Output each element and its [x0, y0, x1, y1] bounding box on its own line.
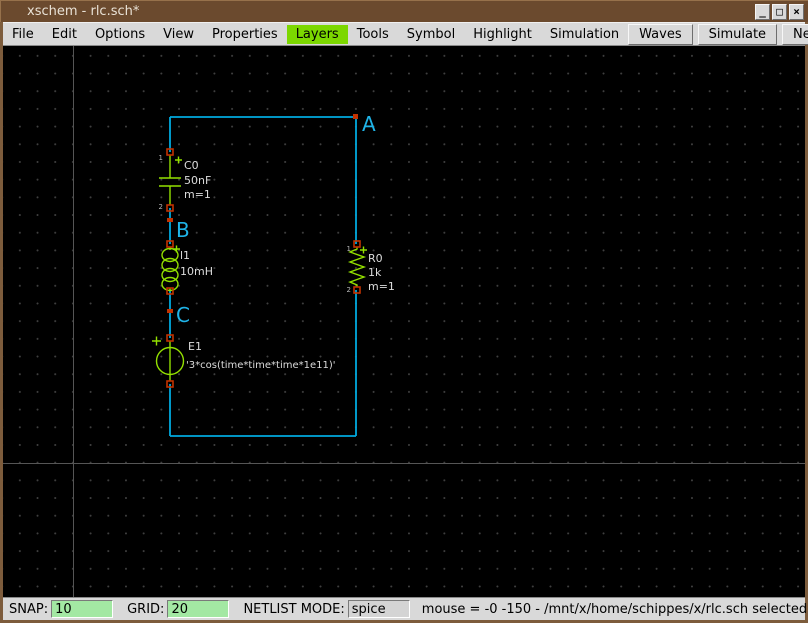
schematic-drawing: 1 2 C0 50nF m=1 l1 10mH E1 '3*cos(time*t… — [152, 112, 395, 437]
minimize-icon[interactable]: _ — [755, 4, 770, 20]
waves-button[interactable]: Waves — [628, 23, 693, 45]
capacitor-pin1-number: 1 — [159, 154, 163, 162]
net-tick-b — [167, 218, 173, 222]
menu-bar: File Edit Options View Properties Layers… — [3, 22, 808, 46]
grid-label: GRID: — [127, 601, 165, 617]
snap-label: SNAP: — [9, 601, 49, 617]
voltage-source-ref: E1 — [188, 340, 202, 353]
menu-properties[interactable]: Properties — [203, 25, 287, 44]
resistor-ref: R0 — [368, 252, 383, 265]
capacitor-value: 50nF — [184, 174, 211, 187]
inductor-ref: l1 — [180, 249, 190, 262]
mouse-coordinates: mouse = -0 -150 - /mnt/x/home/schippes/x… — [421, 601, 808, 617]
window-controls: _ □ × — [755, 4, 804, 20]
menu-highlight[interactable]: Highlight — [464, 25, 541, 44]
voltage-source-value: '3*cos(time*time*time*1e11)' — [186, 360, 336, 371]
window-title: xschem - rlc.sch* — [27, 4, 140, 19]
title-bar[interactable]: xschem - rlc.sch* _ □ × — [0, 0, 808, 22]
net-label-c[interactable]: C — [176, 303, 190, 327]
net-label-b[interactable]: B — [176, 218, 190, 242]
menu-symbol[interactable]: Symbol — [398, 25, 464, 44]
netlist-button[interactable]: Netlist — [782, 23, 808, 45]
capacitor-attr: m=1 — [184, 188, 211, 201]
schematic-canvas[interactable]: 1 2 C0 50nF m=1 l1 10mH E1 '3*cos(time*t… — [3, 46, 805, 597]
grid-input[interactable] — [167, 600, 230, 618]
menu-tools[interactable]: Tools — [348, 25, 398, 44]
netlist-mode-input[interactable] — [347, 600, 410, 618]
resistor-symbol[interactable]: 1 2 R0 1k m=1 — [347, 240, 395, 294]
menu-file[interactable]: File — [3, 25, 43, 44]
xschem-window: xschem - rlc.sch* _ □ × File Edit Option… — [0, 0, 808, 623]
menu-layers[interactable]: Layers — [286, 24, 348, 44]
resistor-attr: m=1 — [368, 280, 395, 293]
net-tick-c — [167, 309, 173, 313]
simulate-button[interactable]: Simulate — [697, 23, 778, 45]
menu-simulation[interactable]: Simulation — [541, 25, 628, 44]
menu-options[interactable]: Options — [86, 25, 154, 44]
capacitor-symbol[interactable]: 1 2 C0 50nF m=1 — [159, 148, 212, 212]
menu-view[interactable]: View — [154, 25, 203, 44]
inductor-value: 10mH — [180, 265, 213, 278]
voltage-source-symbol[interactable]: E1 '3*cos(time*time*time*1e11)' — [152, 334, 336, 388]
maximize-icon[interactable]: □ — [772, 4, 787, 20]
close-icon[interactable]: × — [789, 4, 804, 20]
resistor-pin1-number: 1 — [347, 245, 351, 253]
capacitor-ref: C0 — [184, 159, 199, 172]
snap-input[interactable] — [51, 600, 114, 618]
status-bar: SNAP: GRID: NETLIST MODE: mouse = -0 -15… — [3, 597, 808, 620]
net-label-a[interactable]: A — [362, 112, 376, 136]
inductor-symbol[interactable]: l1 10mH — [161, 240, 213, 295]
resistor-value: 1k — [368, 266, 382, 279]
net-tick-a — [353, 114, 358, 119]
capacitor-pin2-number: 2 — [159, 203, 163, 211]
netlist-mode-label: NETLIST MODE: — [243, 601, 345, 617]
menu-edit[interactable]: Edit — [43, 25, 86, 44]
resistor-pin2-number: 2 — [347, 286, 351, 294]
